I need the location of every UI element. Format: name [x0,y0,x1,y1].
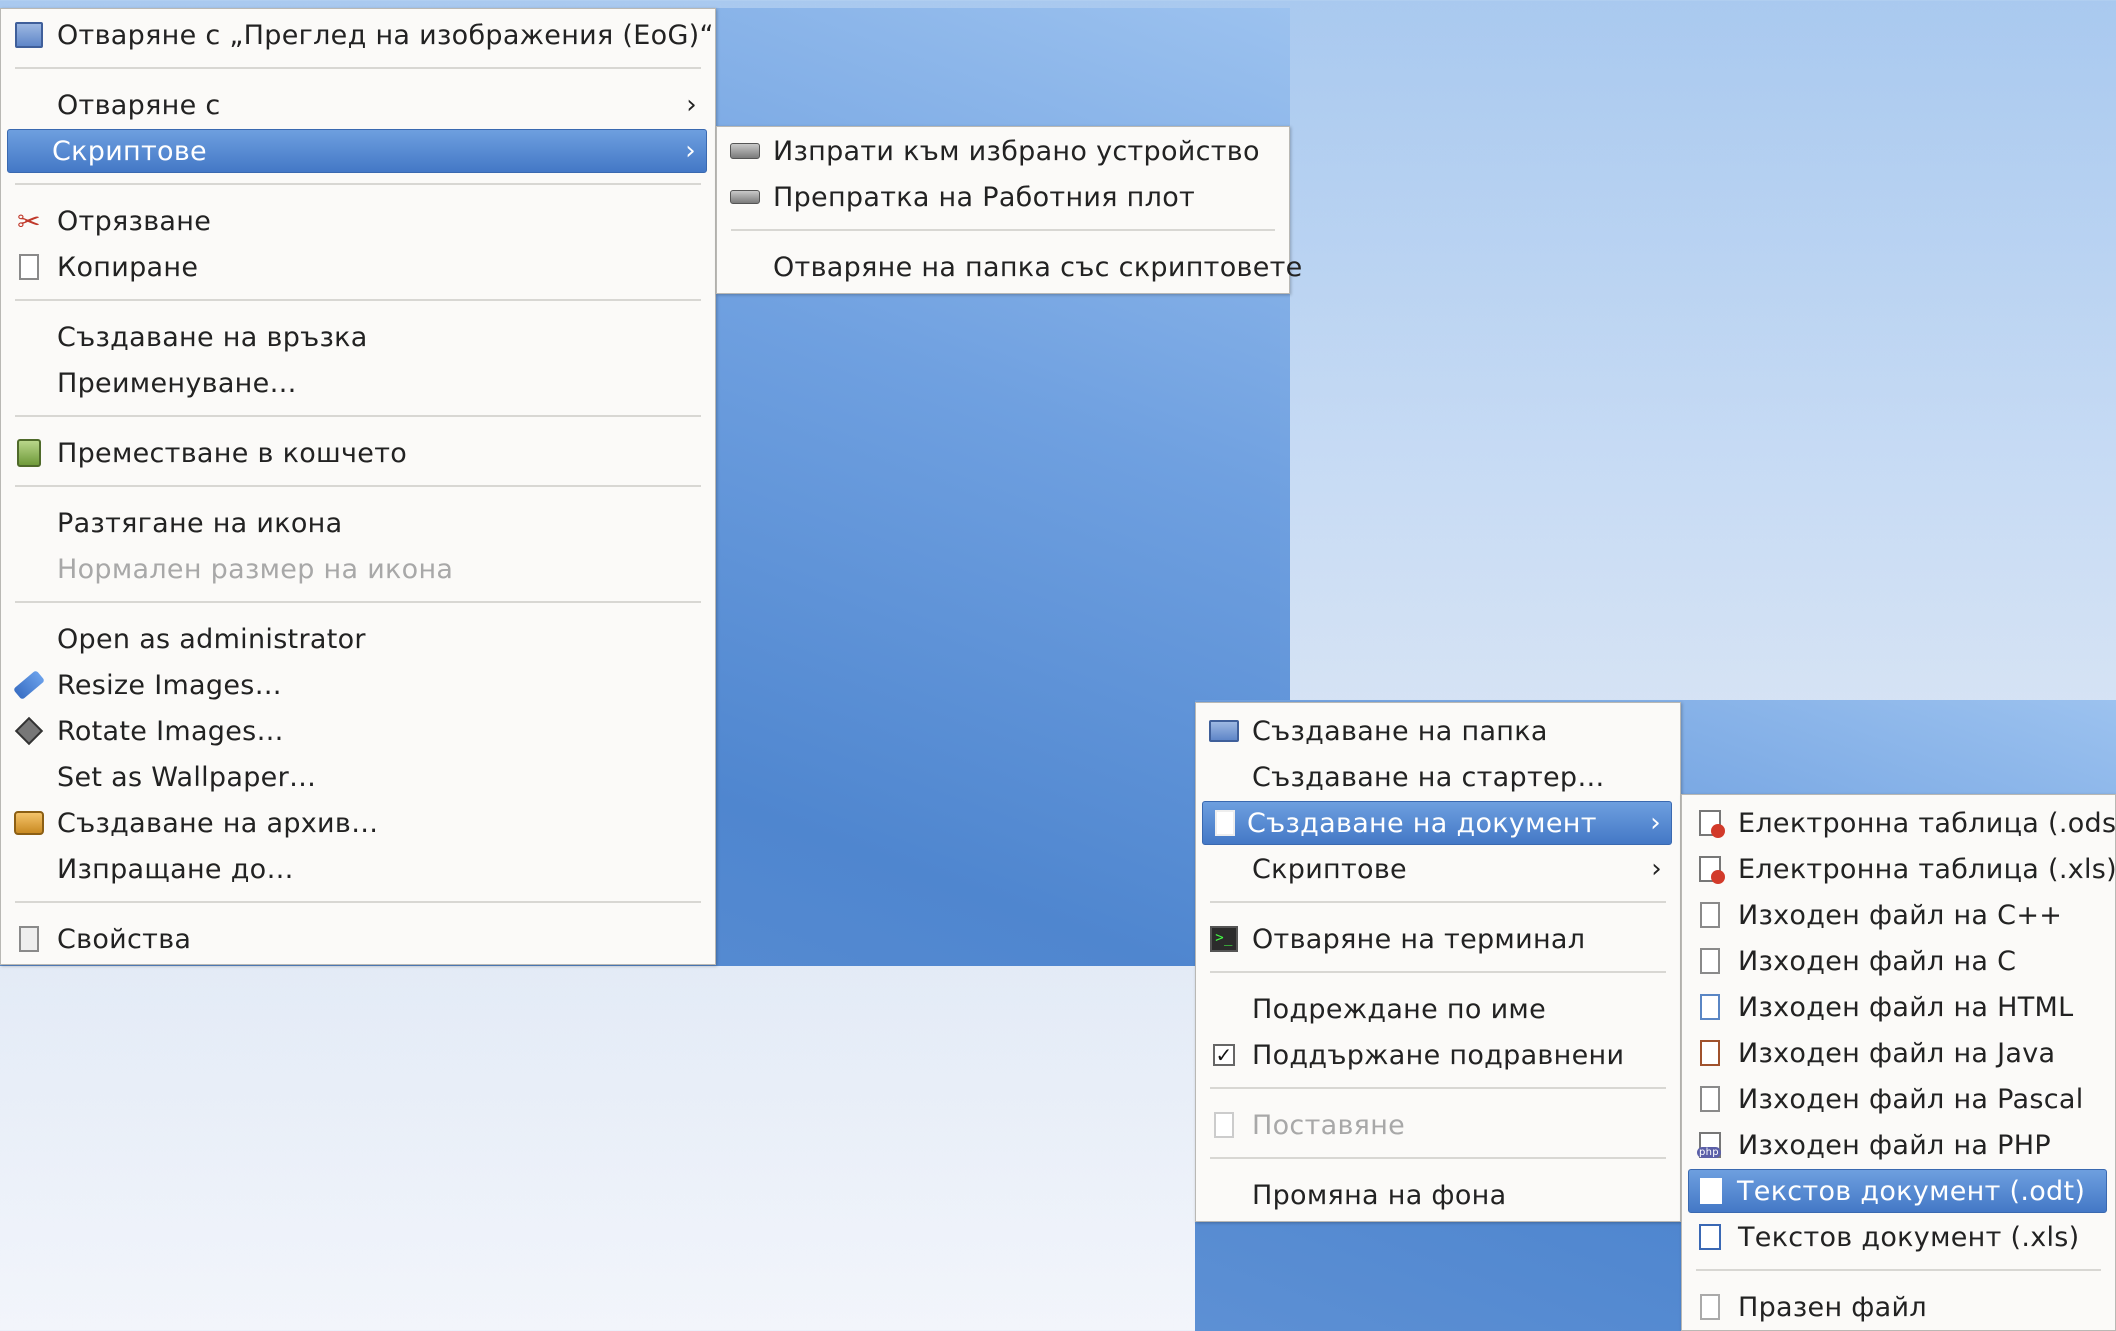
new-document-icon [1209,807,1241,839]
html-file-icon [1694,991,1726,1023]
php-file-icon [1694,1129,1726,1161]
resize-icon [13,669,45,701]
menu-item-open-as-admin[interactable]: Open as administrator [7,617,707,661]
desktop-context-menu: Създаване на папка Създаване на стартер…… [1195,702,1681,1222]
menu-item-resize-images[interactable]: Resize Images… [7,663,707,707]
menu-item-text-odt[interactable]: Текстов документ (.odt) [1688,1169,2107,1213]
menu-item-set-wallpaper[interactable]: Set as Wallpaper… [7,755,707,799]
menu-item-create-launcher[interactable]: Създаване на стартер… [1202,755,1672,799]
menu-item-open-terminal[interactable]: >_ Отваряне на терминал [1202,917,1672,961]
menu-item-open-with[interactable]: Отваряне с › [7,83,707,127]
menu-item-create-folder[interactable]: Създаване на папка [1202,709,1672,753]
copy-icon [13,251,45,283]
java-file-icon [1694,1037,1726,1069]
menu-item-create-link[interactable]: Създаване на връзка [7,315,707,359]
image-viewer-icon [13,19,45,51]
terminal-icon: >_ [1208,923,1240,955]
source-file-icon [1694,899,1726,931]
properties-icon [13,923,45,955]
menu-item-create-document[interactable]: Създаване на документ › [1202,801,1672,845]
menu-item-stretch-icon[interactable]: Разтягане на икона [7,501,707,545]
menu-item-sort-by-name[interactable]: Подреждане по име [1202,987,1672,1031]
source-file-icon [1694,945,1726,977]
menu-item-empty-file[interactable]: Празен файл [1688,1285,2107,1329]
separator [15,299,701,301]
menu-item-paste: Поставяне [1202,1103,1672,1147]
separator [1210,971,1666,973]
submenu-arrow-icon: › [686,90,697,120]
submenu-arrow-icon: › [1651,854,1662,884]
menu-item-source-php[interactable]: Изходен файл на PHP [1688,1123,2107,1167]
menu-item-open-with-eog[interactable]: Отваряне с „Преглед на изображения (EoG)… [7,13,713,57]
menu-item-change-background[interactable]: Промяна на фона [1202,1173,1672,1217]
scripts-submenu: Изпрати към избрано устройство Препратка… [716,126,1302,294]
menu-item-properties[interactable]: Свойства [7,917,707,961]
separator [15,485,701,487]
menu-item-normal-icon-size: Нормален размер на икона [57,553,454,585]
submenu-arrow-icon: › [685,136,696,166]
menu-item-source-cpp[interactable]: Изходен файл на C++ [1688,893,2107,937]
paste-icon [1208,1109,1240,1141]
rotate-icon [13,715,45,747]
menu-item-copy[interactable]: Копиране [7,245,707,289]
menu-item-send-to[interactable]: Изпращане до… [7,847,707,891]
drive-icon [729,181,761,213]
menu-item-open-scripts-folder[interactable]: Отваряне на папка със скриптовете [723,245,1302,289]
menu-item-keep-aligned[interactable]: ✓ Поддържане подравнени [1202,1033,1672,1077]
spreadsheet-icon [1694,807,1726,839]
menu-item-source-c[interactable]: Изходен файл на C [1688,939,2107,983]
menu-item-source-java[interactable]: Изходен файл на Java [1688,1031,2107,1075]
archive-icon [13,807,45,839]
menu-item-send-to-device[interactable]: Изпрати към избрано устройство [723,129,1281,173]
file-context-menu: Отваряне с „Преглед на изображения (EoG)… [0,8,716,965]
menu-item-desktop-shortcut[interactable]: Препратка на Работния плот [723,175,1281,219]
separator [731,229,1275,231]
separator [15,183,701,185]
menu-item-move-to-trash[interactable]: Преместване в кошчето [7,431,707,475]
menu-item-scripts[interactable]: Скриптове › [1202,847,1672,891]
separator [1210,1157,1666,1159]
scissors-icon: ✂ [17,204,41,238]
drive-icon [729,135,761,167]
separator [15,67,701,69]
separator [1210,901,1666,903]
separator [1210,1087,1666,1089]
menu-item-scripts[interactable]: Скриптове › [7,129,707,173]
menu-item-create-archive[interactable]: Създаване на архив… [7,801,707,845]
create-document-submenu: Електронна таблица (.ods) Електронна таб… [1681,794,2116,1331]
submenu-arrow-icon: › [1650,808,1661,838]
menu-item-spreadsheet-ods[interactable]: Електронна таблица (.ods) [1688,801,2116,845]
separator [15,901,701,903]
text-file-icon [1694,1083,1726,1115]
separator [15,415,701,417]
separator [1696,1269,2101,1271]
folder-icon [1208,715,1240,747]
separator [15,601,701,603]
menu-item-cut[interactable]: ✂ Отрязване [7,199,707,243]
menu-item-rename[interactable]: Преименуване… [7,361,707,405]
menu-item-rotate-images[interactable]: Rotate Images… [7,709,707,753]
trash-icon [13,437,45,469]
menu-item-spreadsheet-xls[interactable]: Електронна таблица (.xls) [1688,847,2116,891]
checkbox-checked-icon[interactable]: ✓ [1208,1039,1240,1071]
text-document-icon [1695,1175,1727,1207]
text-document-icon [1694,1221,1726,1253]
menu-item-source-html[interactable]: Изходен файл на HTML [1688,985,2107,1029]
menu-item-text-xls[interactable]: Текстов документ (.xls) [1688,1215,2107,1259]
empty-file-icon [1694,1291,1726,1323]
spreadsheet-icon [1694,853,1726,885]
menu-item-source-pascal[interactable]: Изходен файл на Pascal [1688,1077,2107,1121]
